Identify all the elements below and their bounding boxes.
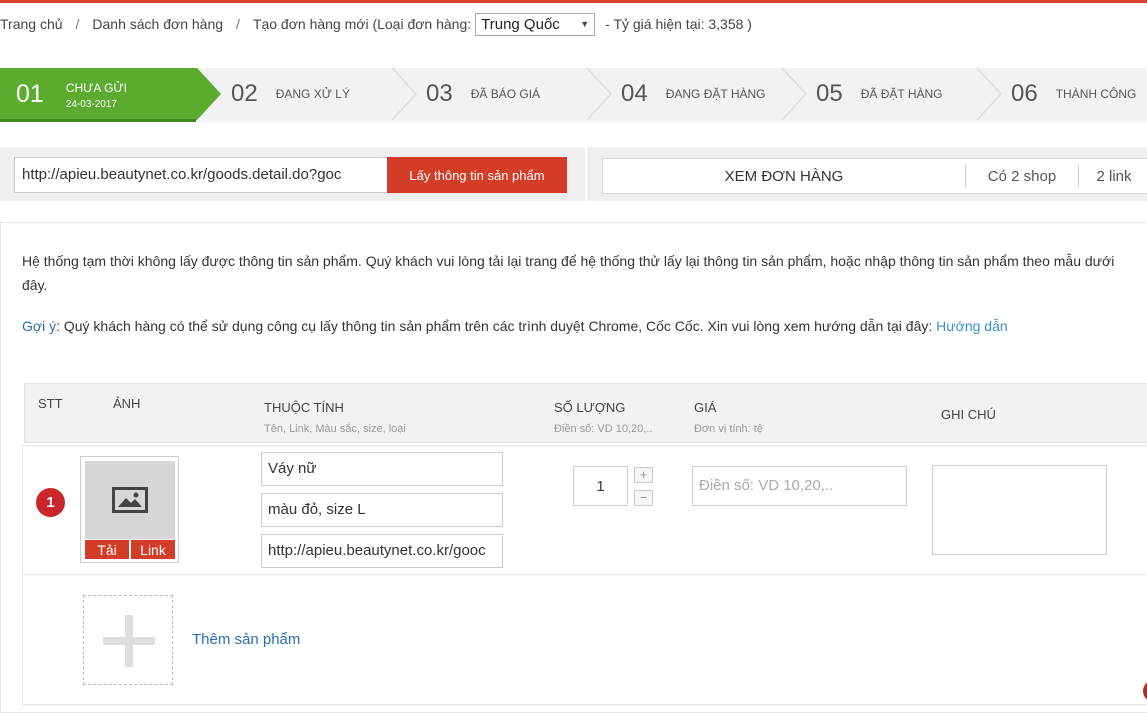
qty-plus-button[interactable]: +: [634, 467, 653, 483]
shop-count: Có 2 shop: [987, 167, 1057, 185]
image-placeholder: [85, 461, 175, 539]
step-date: 24-03-2017: [65, 98, 117, 110]
product-url-input[interactable]: http://apieu.beautynet.co.kr/goods.detai…: [14, 157, 388, 193]
breadcrumb-home[interactable]: Trang chủ: [0, 16, 63, 32]
header-note: Ghi chú: [941, 407, 996, 422]
add-product-button[interactable]: [83, 595, 173, 685]
dropdown-arrow-icon: ▼: [580, 19, 590, 29]
step-05: 05 Đã đặt hàng: [816, 68, 943, 120]
header-price: Giá: [694, 400, 717, 415]
hint-message: Gợi ý: Quý khách hàng có thể sử dụng côn…: [22, 315, 1008, 337]
add-product-label[interactable]: Thêm sản phẩm: [192, 631, 300, 648]
header-quantity: Số lượng: [554, 400, 626, 415]
breadcrumb-separator: /: [236, 16, 240, 32]
hint-text: : Quý khách hàng có thể sử dụng công cụ …: [56, 318, 937, 334]
header-quantity-sub: Điền số: VD 10,20,..: [554, 423, 653, 435]
step-arrow: [197, 68, 221, 120]
step-label: Đã đặt hàng: [860, 87, 943, 101]
breadcrumb: Trang chủ / Danh sách đơn hàng / Tạo đơn…: [0, 10, 752, 38]
step-label: Đang đặt hàng: [665, 87, 766, 101]
header-price-sub: Đơn vị tính: tệ: [694, 423, 763, 435]
breadcrumb-new-order: Tạo đơn hàng mới (Loại đơn hàng:: [252, 16, 472, 32]
image-link-button[interactable]: Link: [131, 540, 175, 559]
note-textarea[interactable]: [932, 465, 1107, 555]
image-icon: [112, 487, 148, 513]
breadcrumb-orders[interactable]: Danh sách đơn hàng: [92, 16, 223, 32]
header-image: Ảnh: [113, 396, 141, 411]
link-count: 2 link: [1096, 167, 1132, 185]
step-chevron-icon: [781, 68, 808, 120]
step-03: 03 Đã báo giá: [426, 68, 540, 120]
step-number: 03: [426, 80, 453, 107]
hint-prefix: Gợi ý: [22, 318, 57, 334]
order-type-value: Trung Quốc: [481, 15, 560, 33]
step-label: Đang xử lý: [275, 87, 350, 101]
step-number: 06: [1011, 80, 1038, 107]
step-chevron-icon: [391, 68, 418, 120]
step-02: 02 Đang xử lý: [231, 68, 350, 120]
step-label: Thành công: [1055, 87, 1137, 101]
step-number: 02: [231, 80, 258, 107]
header-attributes: Thuộc tính: [264, 400, 344, 415]
step-label: Đã báo giá: [470, 87, 541, 101]
exchange-rate: - Tỷ giá hiện tại: 3,358 ): [605, 16, 752, 32]
step-01: 01 Chưa gửi 24-03-2017: [0, 68, 221, 122]
product-variant-input[interactable]: màu đỏ, size L: [261, 493, 503, 527]
upload-image-button[interactable]: Tải: [85, 540, 129, 559]
order-progress-steps: 01 Chưa gửi 24-03-2017 02 Đang xử lý 03 …: [0, 68, 1147, 122]
fetch-product-button[interactable]: Lấy thông tin sản phẩm: [387, 157, 567, 193]
step-underline: [0, 119, 196, 122]
view-order-bar: XEM ĐƠN HÀNG Có 2 shop 2 link: [602, 158, 1147, 194]
header-attributes-sub: Tên, Link, Màu sắc, size, loại: [264, 423, 406, 435]
order-type-select[interactable]: Trung Quốc ▼: [475, 12, 596, 36]
step-label: Chưa gửi: [65, 80, 127, 95]
header-stt: STT: [38, 396, 63, 411]
product-url-field[interactable]: http://apieu.beautynet.co.kr/gooc: [261, 534, 503, 568]
step-chevron-icon: [976, 68, 1003, 120]
qty-minus-button[interactable]: −: [634, 490, 653, 506]
plus-icon: [125, 615, 133, 667]
step-number: 04: [621, 80, 648, 107]
breadcrumb-separator: /: [75, 16, 80, 32]
price-input[interactable]: Điền số: VD 10,20,..: [692, 466, 907, 506]
row-index-badge: 1: [36, 488, 65, 517]
step-number: 05: [816, 80, 843, 107]
step-06: 06 Thành công: [1011, 68, 1136, 120]
notice-message: Hệ thống tạm thời không lấy được thông t…: [22, 253, 1115, 293]
step-number: 01: [16, 79, 44, 108]
step-text: Chưa gửi 24-03-2017: [66, 79, 127, 110]
view-order-button[interactable]: XEM ĐƠN HÀNG: [603, 168, 965, 185]
top-accent-line: [0, 0, 1147, 3]
product-name-input[interactable]: Váy nữ: [261, 452, 503, 486]
add-product-row: [22, 575, 1147, 705]
guide-link[interactable]: Hướng dẫn: [936, 318, 1007, 334]
quantity-input[interactable]: 1: [573, 466, 628, 506]
step-chevron-icon: [586, 68, 613, 120]
step-04: 04 Đang đặt hàng: [621, 68, 766, 120]
